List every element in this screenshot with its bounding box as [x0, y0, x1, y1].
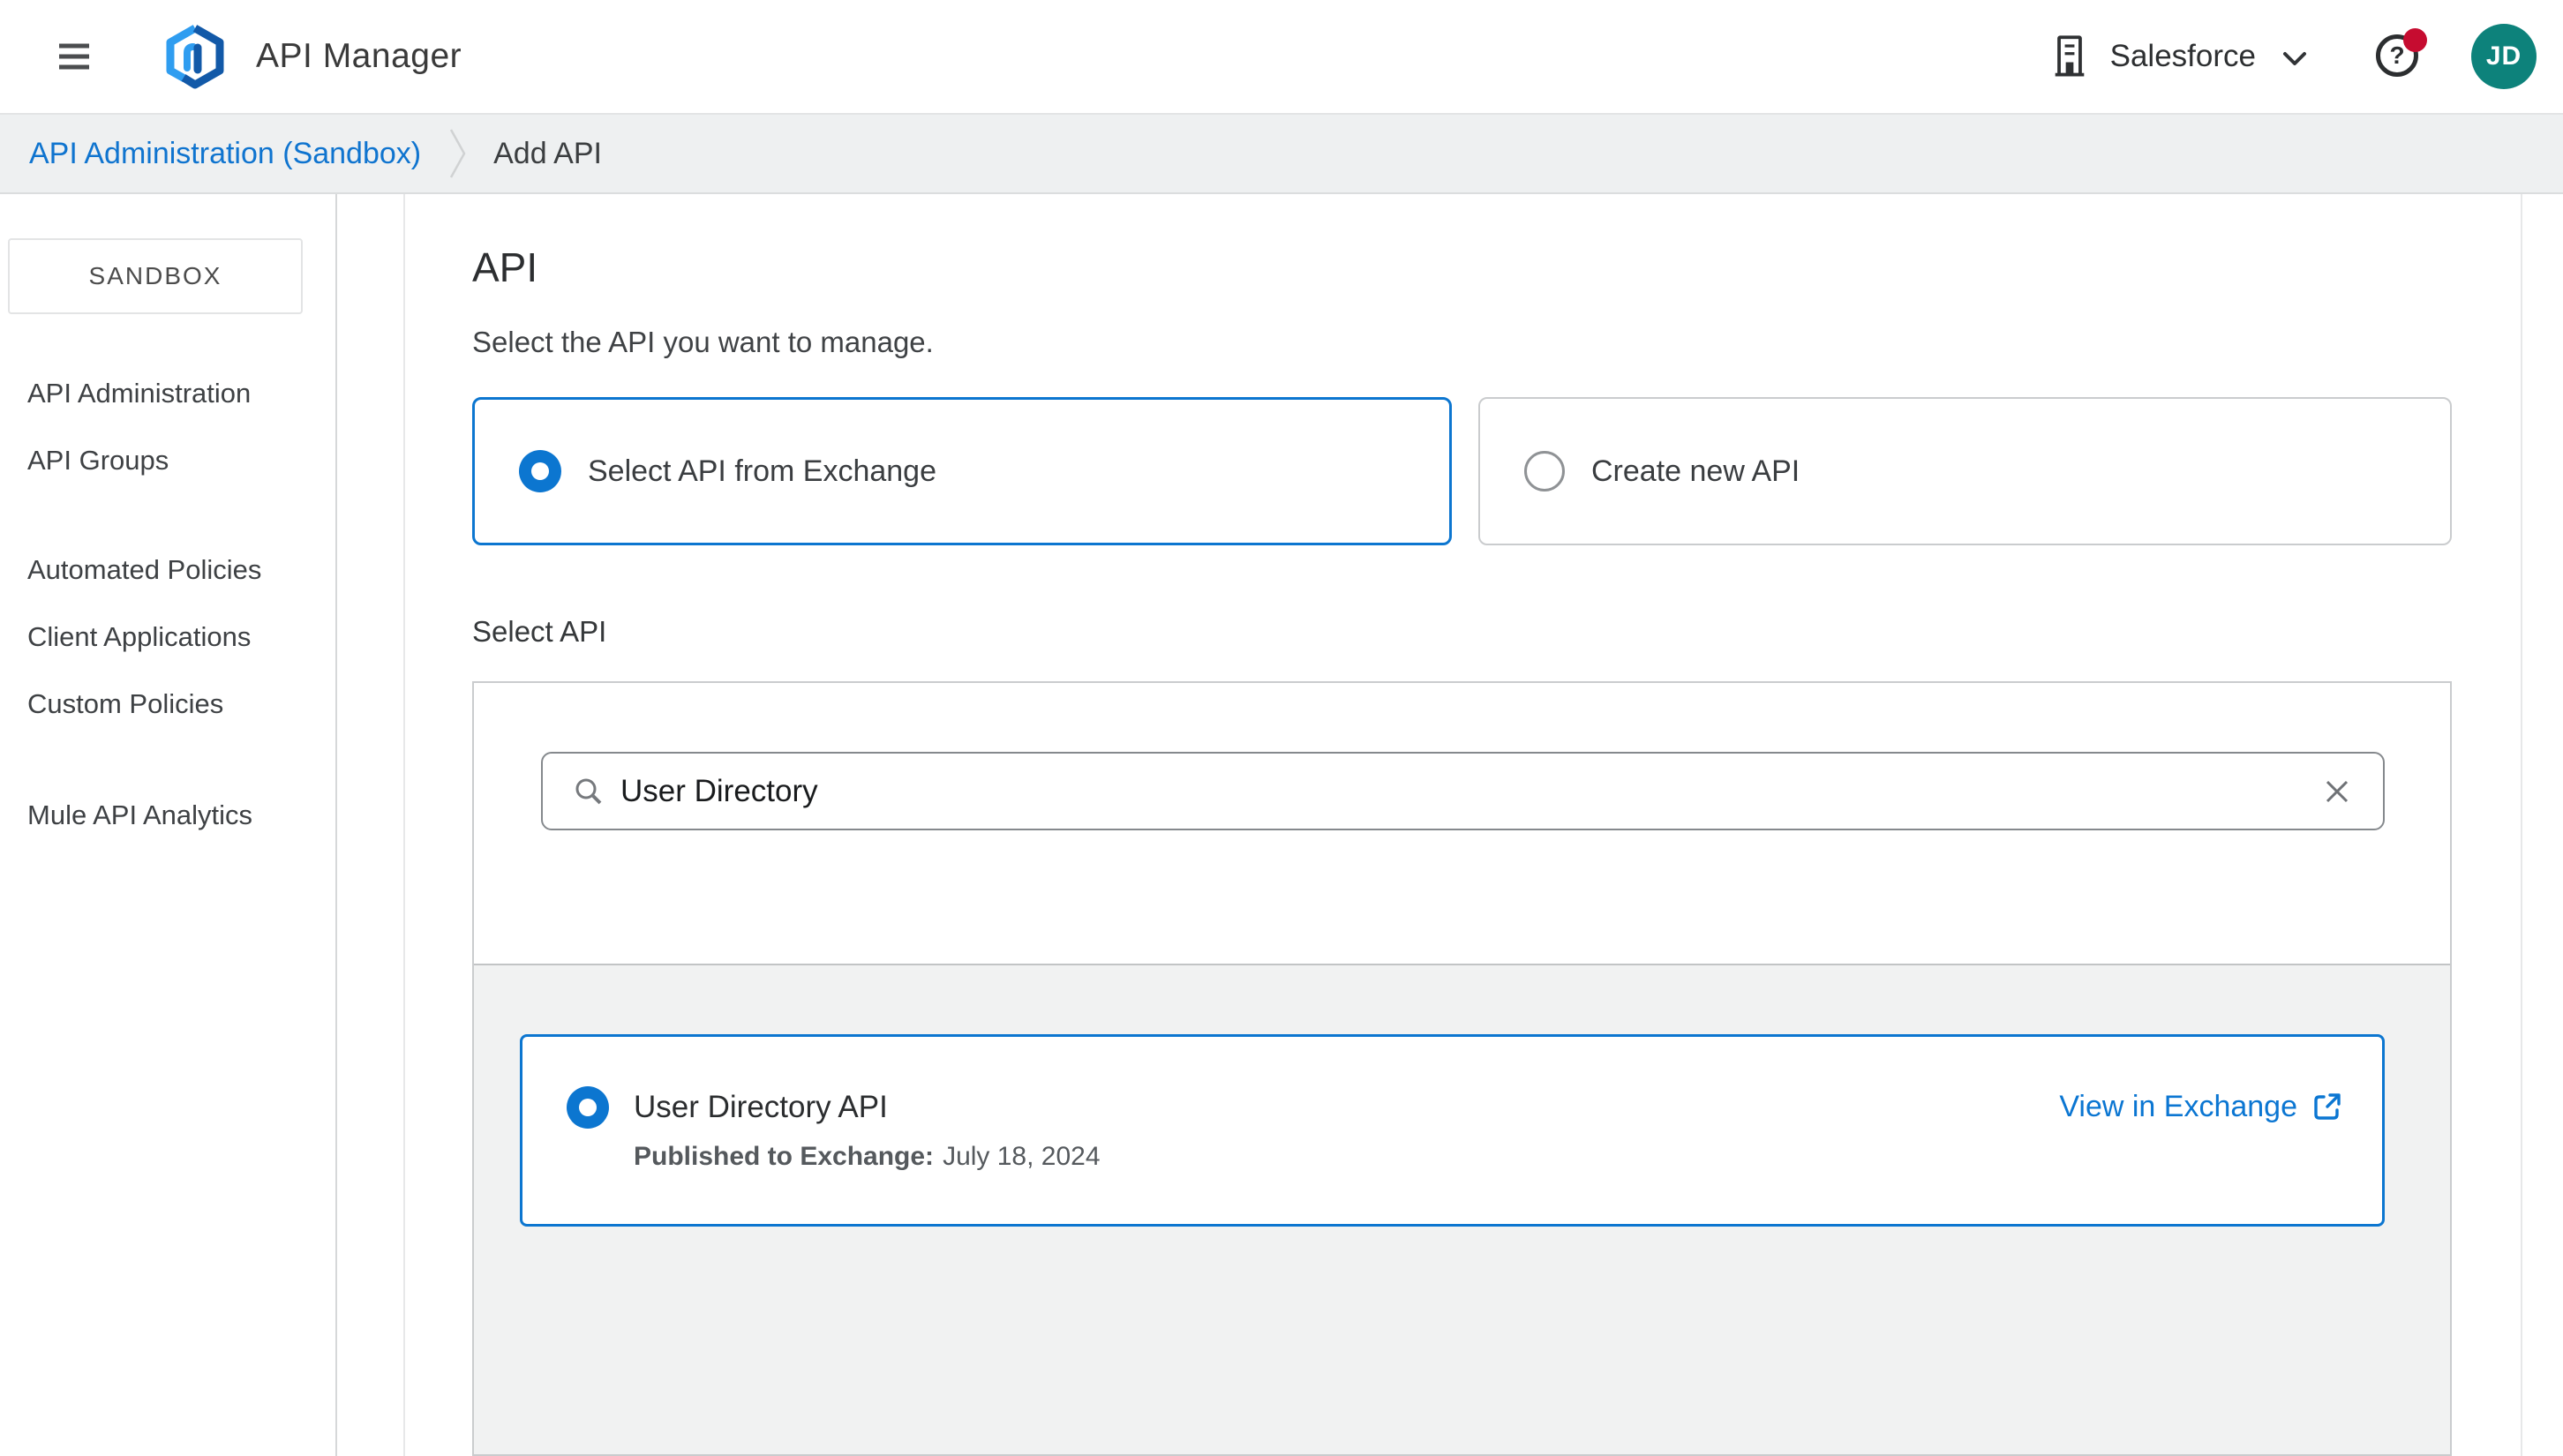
option-label: Select API from Exchange — [588, 454, 936, 488]
api-source-options: Select API from Exchange Create new API — [472, 397, 2452, 545]
result-user-directory-api[interactable]: User Directory API Published to Exchange… — [520, 1034, 2385, 1227]
environment-switcher-button[interactable]: SANDBOX — [8, 238, 303, 314]
notification-dot — [2403, 28, 2427, 52]
hamburger-menu-icon[interactable] — [56, 41, 92, 71]
content-left-gutter — [337, 194, 403, 1456]
option-label: Create new API — [1591, 454, 1800, 488]
sidebar-item-api-administration[interactable]: API Administration — [0, 360, 335, 427]
org-name: Salesforce — [2109, 39, 2256, 73]
published-date: July 18, 2024 — [943, 1142, 1101, 1171]
result-api-name: User Directory API — [634, 1090, 888, 1124]
help-button[interactable]: ? — [2376, 28, 2427, 79]
select-api-label: Select API — [472, 615, 607, 648]
option-create-new-api[interactable]: Create new API — [1478, 397, 2452, 545]
api-picker-panel: User Directory API Published to Exchange… — [472, 681, 2452, 1456]
api-manager-app: API Manager Salesforce ? JD API Administ… — [0, 0, 2563, 1456]
organization-icon — [2055, 35, 2084, 77]
search-icon — [575, 778, 602, 804]
sidebar-item-custom-policies[interactable]: Custom Policies — [0, 671, 335, 738]
sidebar-item-automated-policies[interactable]: Automated Policies — [0, 537, 335, 604]
content-right-gutter — [2522, 194, 2563, 1456]
search-input[interactable] — [620, 773, 2321, 809]
result-text: User Directory API Published to Exchange… — [634, 1086, 1101, 1175]
external-link-icon — [2314, 1093, 2341, 1120]
sidebar-nav: API Administration API Groups Automated … — [0, 360, 335, 849]
search-box[interactable] — [541, 752, 2385, 830]
published-label: Published to Exchange: — [634, 1142, 935, 1171]
top-header: API Manager Salesforce ? JD — [0, 0, 2563, 115]
result-left: User Directory API Published to Exchange… — [567, 1086, 1101, 1175]
search-section — [474, 683, 2450, 964]
result-published-info: Published to Exchange: July 18, 2024 — [634, 1139, 1101, 1175]
sidebar-item-client-applications[interactable]: Client Applications — [0, 604, 335, 671]
breadcrumb-current-add-api: Add API — [493, 136, 602, 170]
clear-search-icon[interactable] — [2321, 776, 2353, 807]
header-right-group: Salesforce ? JD — [2052, 24, 2537, 89]
sidebar-item-api-groups[interactable]: API Groups — [0, 427, 335, 494]
page-title: API Manager — [256, 37, 462, 75]
org-switcher[interactable]: Salesforce — [2052, 34, 2307, 79]
avatar[interactable]: JD — [2471, 24, 2537, 89]
radio-selected-icon[interactable] — [519, 450, 561, 492]
anypoint-logo-icon — [166, 25, 224, 89]
main-content: API Select the API you want to manage. S… — [403, 194, 2522, 1456]
section-subtitle: Select the API you want to manage. — [472, 326, 934, 358]
breadcrumb-separator-icon — [450, 129, 466, 178]
chevron-down-icon — [2283, 52, 2306, 65]
view-in-exchange-link[interactable]: View in Exchange — [2059, 1085, 2343, 1128]
sidebar-item-mule-api-analytics[interactable]: Mule API Analytics — [0, 782, 335, 849]
radio-unselected-icon[interactable] — [1524, 451, 1565, 492]
view-in-exchange-label: View in Exchange — [2059, 1090, 2297, 1123]
section-title: API — [472, 244, 538, 290]
search-results: User Directory API Published to Exchange… — [474, 964, 2450, 1454]
breadcrumb: API Administration (Sandbox) Add API — [0, 115, 2563, 194]
breadcrumb-link-api-administration[interactable]: API Administration (Sandbox) — [29, 137, 421, 171]
radio-selected-icon[interactable] — [567, 1086, 609, 1129]
body: SANDBOX API Administration API Groups Au… — [0, 194, 2563, 1456]
option-select-api-from-exchange[interactable]: Select API from Exchange — [472, 397, 1452, 545]
sidebar: SANDBOX API Administration API Groups Au… — [0, 194, 337, 1456]
